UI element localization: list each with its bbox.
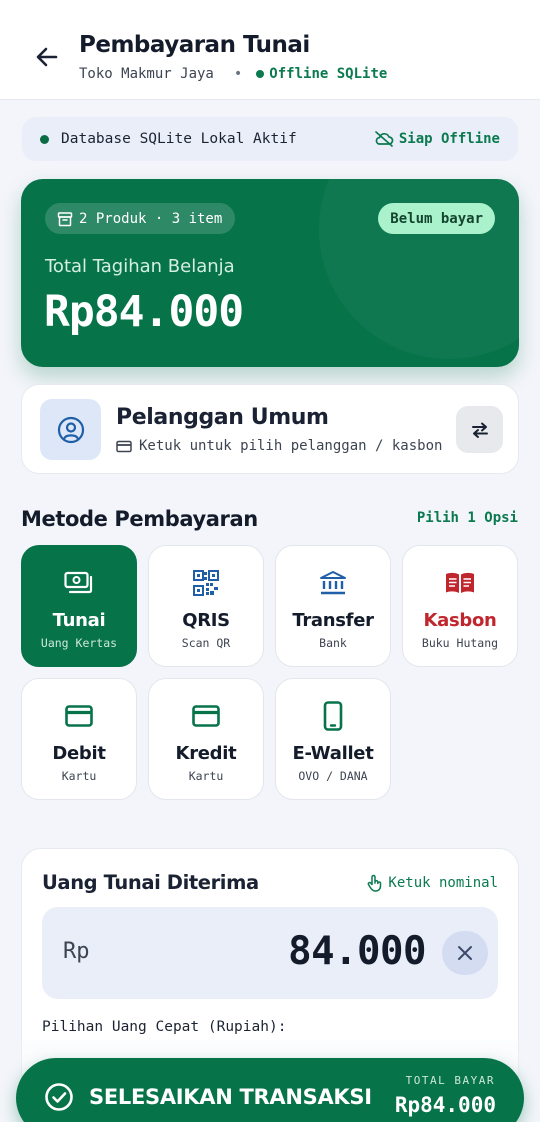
- method-kredit[interactable]: Kredit Kartu: [148, 678, 264, 800]
- tap-nominal-hint: Ketuk nominal: [366, 874, 498, 892]
- customer-avatar: [40, 399, 101, 460]
- method-qris[interactable]: QRIS Scan QR: [148, 545, 264, 667]
- method-label: Debit: [52, 743, 106, 764]
- method-label: Kredit: [175, 743, 237, 764]
- user-circle-icon: [57, 416, 84, 443]
- store-name: Toko Makmur Jaya: [79, 66, 214, 82]
- check-circle-icon: [45, 1083, 73, 1111]
- payment-status-badge: Belum bayar: [378, 203, 495, 234]
- header-subtitle: Toko Makmur Jaya • Offline SQLite: [79, 66, 387, 82]
- offline-ready-chip: Siap Offline: [374, 131, 500, 147]
- payment-method-hint: Pilih 1 Opsi: [416, 510, 518, 526]
- method-tunai[interactable]: Tunai Uang Kertas: [21, 545, 137, 667]
- card-icon: [192, 705, 220, 727]
- method-label: E-Wallet: [292, 743, 374, 764]
- method-sub: Buku Hutang: [421, 636, 499, 650]
- offline-ready-label: Siap Offline: [398, 131, 500, 147]
- swap-customer-button[interactable]: [456, 406, 503, 453]
- method-transfer[interactable]: Transfer Bank: [275, 545, 391, 667]
- total-pay-label: TOTAL BAYAR: [405, 1074, 495, 1087]
- method-sub: Uang Kertas: [40, 636, 118, 650]
- phone-icon: [323, 701, 343, 731]
- product-count-chip: 2 Produk · 3 item: [45, 203, 236, 234]
- tap-nominal-label: Ketuk nominal: [388, 875, 498, 891]
- separator-dot: •: [233, 66, 243, 82]
- close-icon: [458, 946, 472, 960]
- card-icon: [116, 440, 132, 452]
- arrow-left-icon: [36, 47, 58, 67]
- cash-icon: [64, 571, 93, 594]
- finish-transaction-button[interactable]: SELESAIKAN TRANSAKSI TOTAL BAYAR Rp84.00…: [16, 1058, 524, 1122]
- cash-received-title: Uang Tunai Diterima: [42, 871, 259, 894]
- swap-arrows-icon: [471, 422, 488, 438]
- finish-transaction-label: SELESAIKAN TRANSAKSI: [89, 1085, 372, 1109]
- db-active-dot-icon: [40, 134, 49, 144]
- total-amount: Rp84.000: [44, 287, 244, 337]
- method-label: QRIS: [182, 610, 230, 631]
- payment-method-title: Metode Pembayaran: [21, 507, 258, 531]
- cash-amount-value: 84.000: [288, 929, 426, 974]
- status-dot-icon: [256, 70, 265, 78]
- method-sub: Scan QR: [181, 636, 231, 650]
- method-sub: Kartu: [188, 769, 224, 783]
- method-sub: Kartu: [61, 769, 97, 783]
- customer-hint-label: Ketuk untuk pilih pelanggan / kasbon: [139, 438, 443, 454]
- hand-tap-icon: [368, 874, 382, 892]
- total-label: Total Tagihan Belanja: [45, 256, 235, 277]
- method-label: Transfer: [292, 610, 374, 631]
- quick-cash-label: Pilihan Uang Cepat (Rupiah):: [42, 1019, 287, 1035]
- product-count-label: 2 Produk · 3 item: [79, 210, 223, 227]
- total-bill-card: 2 Produk · 3 item Belum bayar Total Tagi…: [21, 179, 519, 367]
- database-status-bar: Database SQLite Lokal Aktif Siap Offline: [22, 117, 518, 161]
- back-button[interactable]: [32, 42, 62, 72]
- method-ewallet[interactable]: E-Wallet OVO / DANA: [275, 678, 391, 800]
- currency-prefix: Rp: [63, 939, 90, 964]
- cash-amount-field[interactable]: Rp 84.000: [42, 907, 498, 999]
- app-header: Pembayaran Tunai Toko Makmur Jaya • Offl…: [0, 0, 540, 100]
- method-sub: Bank: [319, 636, 347, 650]
- card-icon: [65, 705, 93, 727]
- archive-box-icon: [57, 211, 73, 226]
- offline-status: Offline SQLite: [269, 66, 388, 82]
- database-status-label: Database SQLite Lokal Aktif: [61, 131, 297, 147]
- bank-icon: [320, 571, 346, 595]
- total-pay-amount: Rp84.000: [394, 1093, 496, 1117]
- qr-code-icon: [193, 570, 219, 596]
- clear-amount-button[interactable]: [442, 931, 488, 975]
- book-icon: [446, 572, 474, 593]
- method-label: Kasbon: [423, 610, 497, 631]
- method-label: Tunai: [52, 610, 106, 631]
- customer-name: Pelanggan Umum: [116, 405, 329, 430]
- method-debit[interactable]: Debit Kartu: [21, 678, 137, 800]
- customer-hint: Ketuk untuk pilih pelanggan / kasbon: [116, 438, 442, 454]
- cloud-off-icon: [374, 131, 394, 147]
- method-kasbon[interactable]: Kasbon Buku Hutang: [402, 545, 518, 667]
- page-title: Pembayaran Tunai: [79, 32, 310, 58]
- method-sub: OVO / DANA: [298, 769, 368, 783]
- customer-selector[interactable]: Pelanggan Umum Ketuk untuk pilih pelangg…: [21, 384, 519, 474]
